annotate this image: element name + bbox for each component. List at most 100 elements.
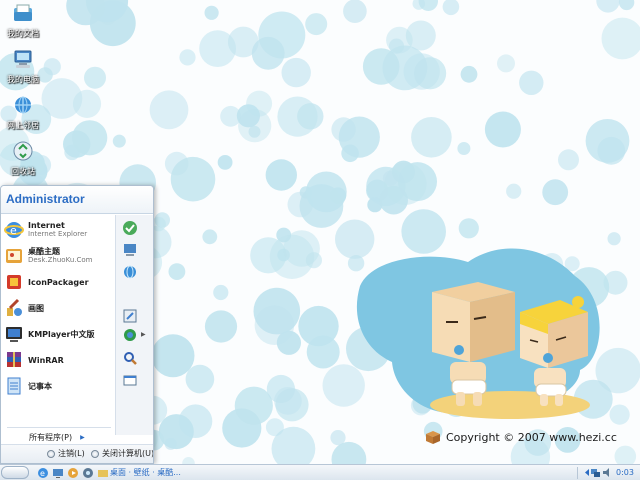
- desktop-icon-my-computer[interactable]: 我的电脑: [2, 48, 44, 84]
- wallpaper-bubble: [335, 219, 375, 259]
- wallpaper-bubble: [151, 334, 195, 378]
- documents-folder-icon: [14, 4, 32, 21]
- theme-icon: [6, 249, 22, 263]
- start-item-internet-explorer[interactable]: e Internet Internet Explorer: [4, 218, 112, 242]
- wallpaper-bubble: [204, 5, 219, 20]
- arrow-right-icon: ▶: [80, 434, 85, 441]
- wallpaper-bubble: [220, 105, 242, 127]
- svg-text:e: e: [40, 469, 45, 478]
- computer-icon: [14, 50, 32, 68]
- start-button[interactable]: [1, 466, 29, 479]
- wallpaper-bubble: [305, 171, 347, 213]
- wallpaper-bubble: [281, 57, 311, 88]
- start-item-notepad[interactable]: 记事本: [4, 374, 112, 398]
- wallpaper-bubble: [457, 142, 471, 155]
- wallpaper-copyright: Copyright © 2007 www.hezi.cc: [424, 427, 617, 447]
- desktop-icon-recycle-bin[interactable]: 回收站: [2, 140, 44, 176]
- wallpaper-bubble: [614, 445, 637, 464]
- wallpaper-bubble: [331, 441, 367, 464]
- wallpaper-bubble: [199, 30, 237, 68]
- wallpaper-bubble: [306, 335, 340, 369]
- wallpaper-bubble: [265, 418, 284, 437]
- computer-icon[interactable]: [122, 242, 138, 258]
- start-item-paint[interactable]: 画图: [4, 296, 112, 320]
- wallpaper-bubble: [238, 109, 272, 143]
- taskbar-window-button[interactable]: 桌面 · 壁纸 · 桌酷...: [110, 467, 181, 478]
- internet-explorer-icon: e: [4, 222, 24, 238]
- wallpaper-bubble: [596, 0, 620, 13]
- run-icon[interactable]: [122, 372, 138, 388]
- wallpaper-bubble: [158, 414, 194, 450]
- start-item-winrar[interactable]: WinRAR: [4, 348, 112, 372]
- tray-separator: [577, 467, 578, 479]
- wallpaper-bubble: [265, 159, 297, 191]
- search-icon[interactable]: [122, 350, 138, 366]
- logoff-button[interactable]: 注销(L): [47, 448, 85, 459]
- start-menu-system-panel: ▶: [115, 215, 153, 435]
- folder-icon[interactable]: [97, 467, 109, 479]
- desktop-icon-my-documents[interactable]: 我的文档: [2, 2, 44, 38]
- wallpaper-bubble: [277, 96, 318, 137]
- paint-icon: [7, 298, 22, 316]
- network-icon[interactable]: [122, 264, 138, 280]
- wallpaper-bubble: [401, 209, 447, 254]
- wallpaper-bubble: [182, 457, 195, 464]
- wallpaper-bubble: [274, 387, 302, 415]
- media-player-icon[interactable]: [67, 467, 79, 479]
- copyright-text: Copyright © 2007 www.hezi.cc: [446, 430, 617, 444]
- wallpaper-bubble: [343, 0, 367, 23]
- desktop-icon-network[interactable]: 网上邻居: [2, 94, 44, 130]
- wallpaper-bubble: [411, 117, 452, 158]
- start-item-kmplayer[interactable]: KMPlayer中文版: [4, 322, 112, 346]
- wallpaper-bubble: [506, 183, 522, 199]
- start-menu-header: Administrator: [1, 186, 153, 214]
- wallpaper-bubble: [558, 149, 579, 171]
- show-desktop-icon[interactable]: [52, 467, 64, 479]
- explorer-icon[interactable]: [82, 467, 94, 479]
- start-item-iconpackager[interactable]: IconPackager: [4, 270, 112, 294]
- wallpaper-bubble: [382, 45, 428, 91]
- wallpaper-bubble: [213, 284, 229, 301]
- wallpaper-bubble: [202, 229, 218, 245]
- wallpaper-bubble: [603, 270, 628, 295]
- wallpaper-bubble: [179, 49, 196, 66]
- documents-icon[interactable]: [122, 220, 138, 236]
- wallpaper-bubble: [609, 404, 630, 425]
- wallpaper-bubble: [84, 66, 106, 89]
- winrar-icon: [7, 352, 21, 367]
- programs-globe-icon[interactable]: [122, 327, 138, 343]
- all-programs-button[interactable]: 所有程序(P) ▶: [29, 432, 85, 443]
- power-icon: [91, 449, 99, 458]
- network-tray-icon[interactable]: [590, 467, 601, 478]
- wallpaper-bubble: [458, 218, 479, 239]
- wallpaper-bubble: [497, 54, 515, 73]
- start-menu-footer: 注销(L) 关闭计算机(U): [1, 444, 153, 463]
- wallpaper-bubble: [418, 0, 438, 11]
- desktop-icon-label: 我的电脑: [7, 75, 39, 84]
- volume-icon[interactable]: [602, 467, 613, 478]
- start-menu: Administrator e Internet Internet Explore…: [0, 185, 154, 464]
- svg-text:e: e: [10, 224, 17, 237]
- wallpaper-bubble: [41, 78, 83, 119]
- user-name: Administrator: [6, 192, 85, 206]
- desktop-icon-label: 回收站: [11, 167, 35, 176]
- wallpaper-bubble: [204, 310, 238, 343]
- notepad-icon: [7, 377, 21, 395]
- clock: 0:03: [616, 468, 634, 477]
- desktop-icon-label: 我的文档: [7, 29, 39, 38]
- shutdown-button[interactable]: 关闭计算机(U): [91, 448, 153, 459]
- iconpackager-icon: [7, 275, 21, 289]
- wallpaper-bubble: [234, 386, 273, 425]
- wallpaper-bubble: [168, 263, 186, 280]
- wallpaper-bubble: [251, 36, 285, 70]
- wallpaper-bubble: [607, 232, 621, 246]
- control-panel-icon[interactable]: [122, 308, 138, 324]
- wallpaper-bubble: [185, 364, 215, 394]
- logoff-icon: [47, 449, 55, 458]
- wallpaper-bubble: [542, 179, 569, 206]
- internet-explorer-icon[interactable]: e: [37, 467, 49, 479]
- wallpaper-bubble: [330, 430, 346, 446]
- start-menu-divider: [7, 427, 111, 428]
- start-item-zhuoku-theme[interactable]: 桌酷主题 Desk.ZhuoKu.Com: [4, 244, 112, 268]
- wallpaper-bubble: [322, 364, 365, 407]
